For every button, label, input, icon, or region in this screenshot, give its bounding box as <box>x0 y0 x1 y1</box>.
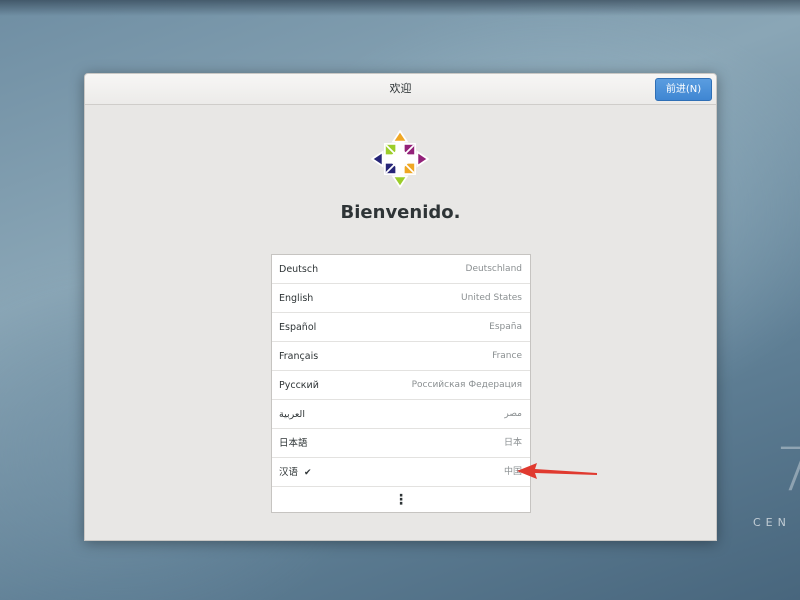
language-name-text: 汉语 <box>279 467 299 478</box>
brand-version-number: 7 <box>776 435 800 505</box>
language-name: Español <box>279 322 317 333</box>
language-region: Deutschland <box>465 264 522 274</box>
window-title: 欢迎 <box>389 82 412 95</box>
next-button[interactable]: 前进(N) <box>655 78 712 101</box>
language-region: Российская Федерация <box>411 380 522 390</box>
language-region: 日本 <box>503 438 522 448</box>
language-row-russian[interactable]: Русский Российская Федерация <box>272 371 530 400</box>
language-row-espanol[interactable]: Español España <box>272 313 530 342</box>
language-region: España <box>489 322 522 332</box>
language-row-english[interactable]: English United States <box>272 284 530 313</box>
more-options-icon: ⋮ <box>394 492 408 508</box>
language-name: 日本語 <box>279 438 308 449</box>
language-name-selected: 汉语 ✔ <box>279 458 312 488</box>
language-name: Français <box>279 351 319 362</box>
language-name: العربية <box>279 409 305 420</box>
language-row-deutsch[interactable]: Deutsch Deutschland <box>272 255 530 284</box>
language-row-arabic[interactable]: العربية مصر <box>272 400 530 429</box>
language-list: Deutsch Deutschland English United State… <box>271 254 531 513</box>
centos-logo-icon <box>371 130 429 188</box>
language-row-francais[interactable]: Français France <box>272 342 530 371</box>
more-languages-button[interactable]: ⋮ <box>272 487 530 515</box>
language-region: United States <box>461 293 522 303</box>
red-arrow-annotation-icon <box>517 463 597 479</box>
language-row-chinese[interactable]: 汉语 ✔ 中国 <box>272 458 530 487</box>
brand-wordmark: CEN <box>753 516 791 529</box>
welcome-heading: Bienvenido. <box>340 202 461 223</box>
language-region: France <box>492 351 522 361</box>
welcome-window: 欢迎 前进(N) Bienvenido. Deutsch Deutschland <box>84 73 717 541</box>
language-name: Русский <box>279 380 319 391</box>
language-region: مصر <box>504 409 522 419</box>
language-name: Deutsch <box>279 264 319 275</box>
language-row-japanese[interactable]: 日本語 日本 <box>272 429 530 458</box>
checkmark-icon: ✔ <box>304 468 312 478</box>
desktop-top-bar <box>0 0 800 16</box>
language-name: English <box>279 293 314 304</box>
